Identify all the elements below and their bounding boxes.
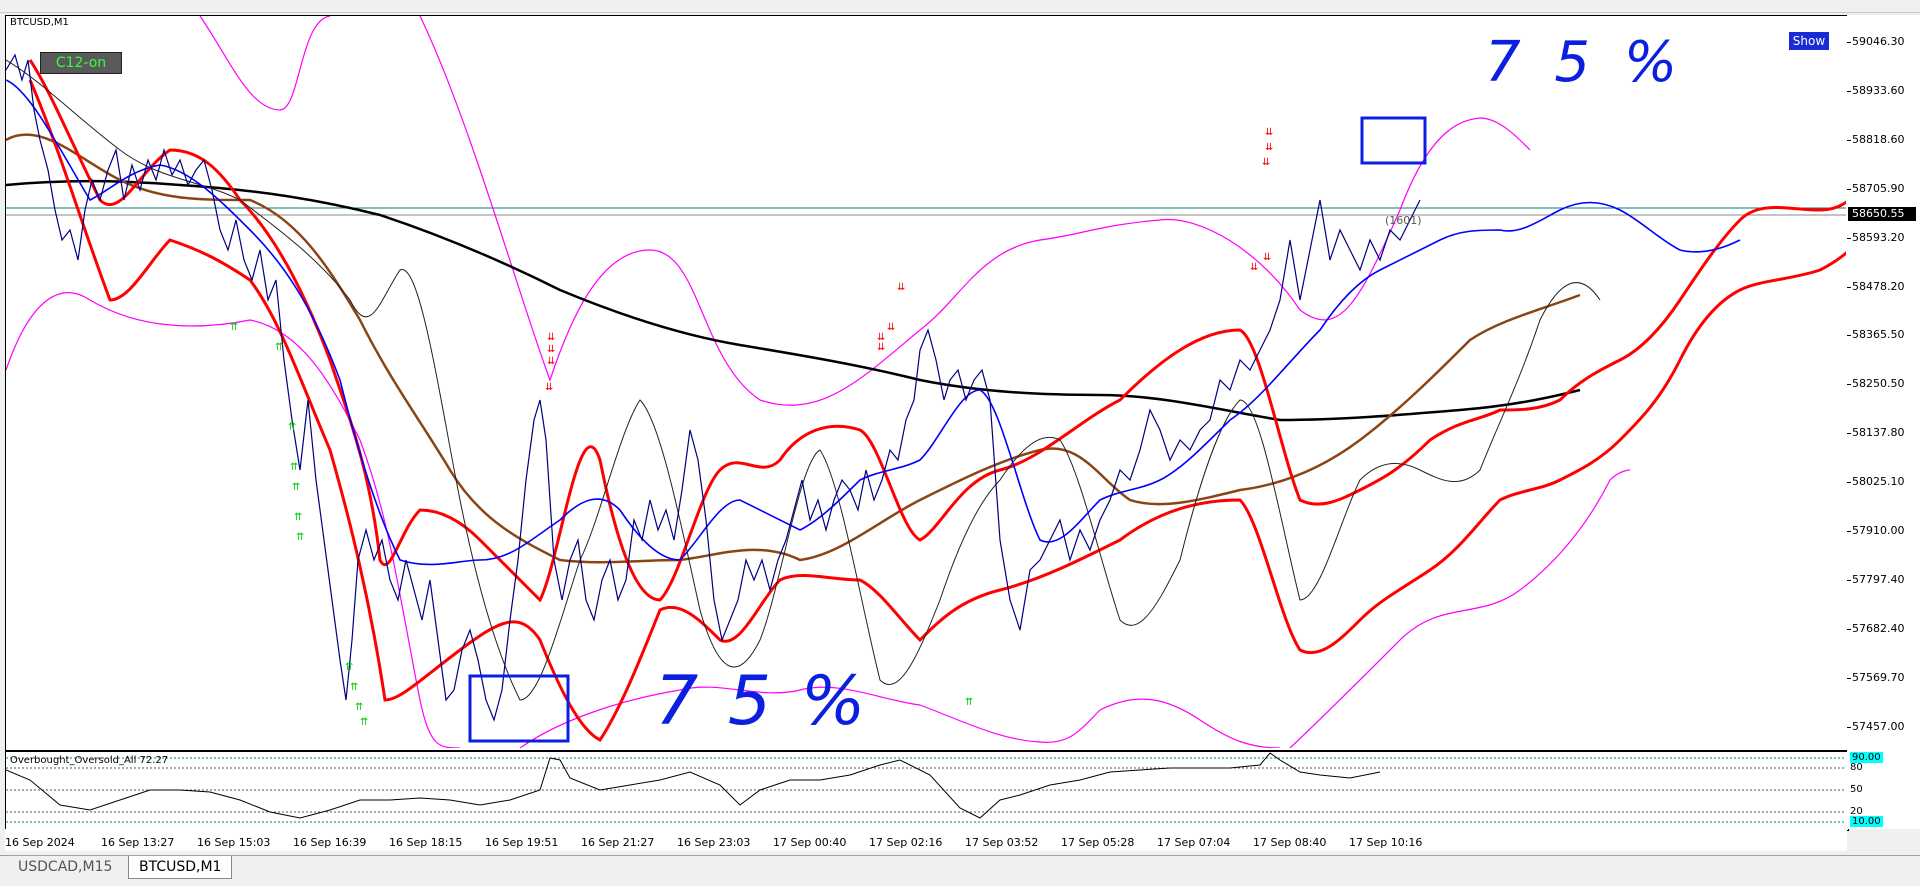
price-tick bbox=[1847, 579, 1851, 581]
svg-text:⇈: ⇈ bbox=[296, 532, 304, 543]
sell-arrows: ⇊⇊⇊⇊⇊⇊⇊⇊⇊⇊⇊⇊⇊ bbox=[545, 127, 1273, 393]
svg-text:⇊: ⇊ bbox=[897, 282, 905, 293]
price-tick bbox=[1847, 237, 1851, 239]
time-label: 16 Sep 23:03 bbox=[677, 836, 751, 849]
svg-text:⇈: ⇈ bbox=[350, 682, 358, 693]
tab-usdcad-m15[interactable]: USDCAD,M15 bbox=[8, 856, 122, 878]
time-label: 16 Sep 19:51 bbox=[485, 836, 559, 849]
price-label: 58818.60 bbox=[1852, 132, 1905, 146]
price-label: 58025.10 bbox=[1852, 475, 1905, 489]
symbol-title: BTCUSD,M1 bbox=[10, 17, 69, 28]
tab-btcusd-m1[interactable]: BTCUSD,M1 bbox=[128, 856, 233, 879]
indicator-label: Overbought_Oversold_All 72.27 bbox=[10, 755, 169, 766]
annotation-box-bottom bbox=[468, 674, 570, 743]
price-label: 59046.30 bbox=[1852, 35, 1905, 48]
oscillator-line bbox=[6, 752, 1381, 819]
svg-text:⇈: ⇈ bbox=[360, 717, 368, 728]
price-tick bbox=[1847, 677, 1851, 679]
price-label: 57797.40 bbox=[1852, 572, 1905, 586]
indicator-level: 50 bbox=[1850, 784, 1863, 795]
price-tick bbox=[1847, 482, 1851, 484]
svg-text:⇈: ⇈ bbox=[345, 662, 353, 673]
time-label: 16 Sep 16:39 bbox=[293, 836, 367, 849]
outer-band-upper bbox=[199, 16, 1531, 406]
price-tick bbox=[1847, 90, 1851, 92]
time-label: 16 Sep 15:03 bbox=[197, 836, 271, 849]
price-label: 58137.80 bbox=[1852, 426, 1905, 440]
svg-text:⇊: ⇊ bbox=[1250, 262, 1258, 273]
price-label: 58933.60 bbox=[1852, 83, 1905, 97]
price-label: 58593.20 bbox=[1852, 230, 1905, 244]
price-tick bbox=[1847, 531, 1851, 532]
indicator-level: 80 bbox=[1850, 762, 1863, 773]
price-tick bbox=[1847, 335, 1851, 337]
c12-toggle-button[interactable]: C12-on bbox=[40, 52, 122, 74]
price-tick bbox=[1847, 42, 1851, 43]
svg-text:⇊: ⇊ bbox=[547, 332, 555, 343]
price-label: 57457.00 bbox=[1852, 719, 1905, 733]
svg-text:⇊: ⇊ bbox=[1265, 142, 1273, 153]
price-tick bbox=[1847, 433, 1851, 435]
time-label: 16 Sep 21:27 bbox=[581, 836, 655, 849]
time-label: 16 Sep 2024 bbox=[5, 836, 75, 849]
svg-text:⇊: ⇊ bbox=[1262, 157, 1270, 168]
price-label: 57910.00 bbox=[1852, 524, 1905, 537]
time-label: 17 Sep 02:16 bbox=[869, 836, 943, 849]
time-label: 16 Sep 18:15 bbox=[389, 836, 463, 849]
ma-200-line bbox=[6, 180, 1581, 422]
svg-text:⇊: ⇊ bbox=[877, 342, 885, 353]
svg-text:⇈: ⇈ bbox=[294, 512, 302, 523]
time-label: 17 Sep 03:52 bbox=[965, 836, 1039, 849]
price-tick bbox=[1847, 188, 1851, 190]
annotation-text-top: 7 5 % bbox=[1485, 30, 1686, 95]
order-label: (1601) bbox=[1385, 214, 1422, 227]
chart-tabs bbox=[0, 855, 1920, 886]
price-tick bbox=[1847, 384, 1851, 386]
price-label: 58250.50 bbox=[1852, 377, 1905, 391]
svg-text:⇊: ⇊ bbox=[887, 322, 895, 333]
svg-text:⇈: ⇈ bbox=[230, 322, 238, 333]
svg-text:⇈: ⇈ bbox=[292, 482, 300, 493]
red-band-upper bbox=[28, 59, 1846, 603]
svg-text:⇊: ⇊ bbox=[1263, 252, 1271, 263]
svg-text:⇈: ⇈ bbox=[275, 342, 283, 353]
svg-text:⇊: ⇊ bbox=[547, 344, 555, 355]
svg-text:⇈: ⇈ bbox=[288, 422, 296, 433]
price-label: 58365.50 bbox=[1852, 328, 1905, 342]
price-tick bbox=[1847, 726, 1851, 728]
time-label: 17 Sep 00:40 bbox=[773, 836, 847, 849]
svg-text:⇈: ⇈ bbox=[290, 462, 298, 473]
svg-text:⇈: ⇈ bbox=[355, 702, 363, 713]
price-tick bbox=[1847, 628, 1851, 630]
price-tick bbox=[1847, 286, 1851, 288]
annotation-box-top bbox=[1360, 116, 1427, 165]
svg-text:⇊: ⇊ bbox=[1265, 127, 1273, 138]
time-label: 17 Sep 07:04 bbox=[1157, 836, 1231, 849]
svg-text:⇊: ⇊ bbox=[547, 356, 555, 367]
price-label: 57682.40 bbox=[1852, 621, 1905, 635]
svg-text:⇊: ⇊ bbox=[545, 382, 553, 393]
current-price-box: 58650.55 bbox=[1848, 207, 1916, 221]
time-label: 16 Sep 13:27 bbox=[101, 836, 175, 849]
chart-drawing: ⇊⇊⇊⇊⇊⇊⇊⇊⇊⇊⇊⇊⇊ ⇈ ⇈ ⇈ ⇈ ⇈ ⇈ ⇈ ⇈ ⇈ ⇈ ⇈ ⇈ bbox=[6, 16, 1846, 823]
price-label: 57569.70 bbox=[1852, 670, 1905, 684]
price-tick bbox=[1847, 139, 1851, 141]
time-label: 17 Sep 10:16 bbox=[1349, 836, 1423, 849]
time-label: 17 Sep 05:28 bbox=[1061, 836, 1135, 849]
price-label: 58478.20 bbox=[1852, 279, 1905, 293]
price-label: 58705.90 bbox=[1852, 181, 1905, 195]
red-band-lower bbox=[28, 79, 1846, 742]
annotation-text-bottom: 7 5 % bbox=[655, 662, 870, 741]
time-label: 17 Sep 08:40 bbox=[1253, 836, 1327, 849]
show-button[interactable]: Show bbox=[1788, 31, 1830, 51]
svg-text:⇈: ⇈ bbox=[965, 697, 973, 708]
ma-blue-line bbox=[6, 79, 1741, 566]
price-line bbox=[6, 53, 1421, 722]
indicator-level: 10.00 bbox=[1850, 816, 1883, 827]
